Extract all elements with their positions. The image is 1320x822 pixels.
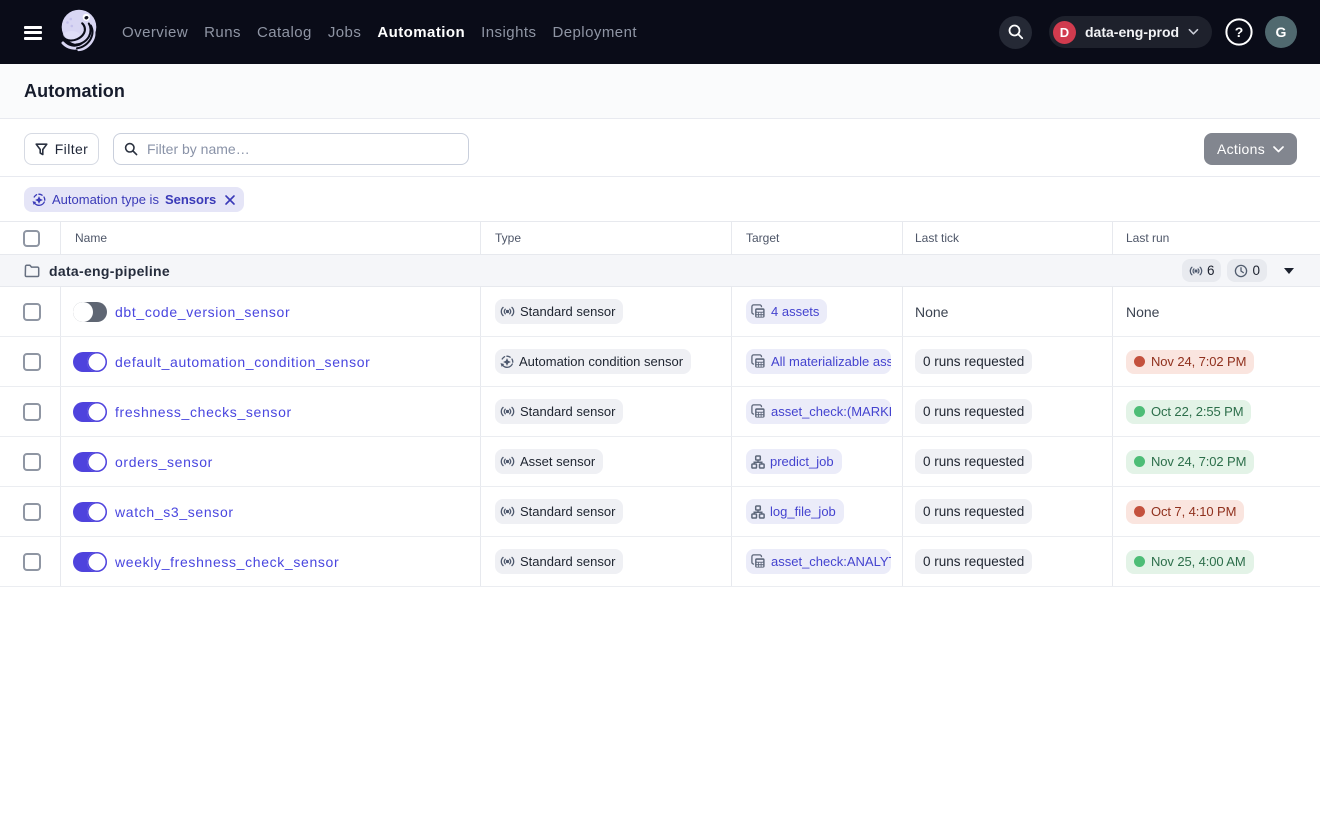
svg-text:?: ? [1234,24,1243,40]
